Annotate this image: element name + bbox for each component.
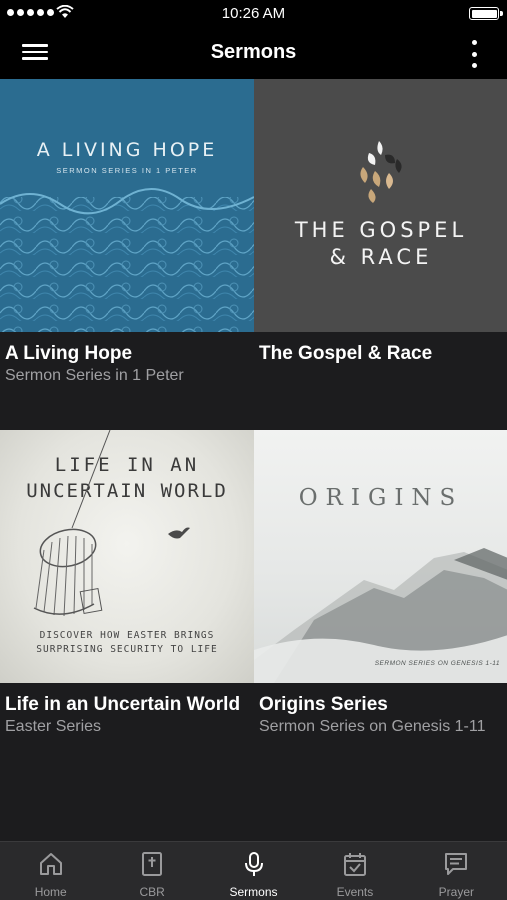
art-bottom-line-1: DISCOVER HOW EASTER BRINGS [39,630,215,641]
series-subtitle: Sermon Series in 1 Peter [5,367,184,384]
page-title: Sermons [210,41,297,63]
art-heading: ORIGINS [298,485,464,511]
tab-sermons[interactable]: Sermons [203,842,304,900]
status-time: 10:26 AM [221,5,286,22]
series-card-gospel-race[interactable]: THE GOSPEL & RACE The Gospel & Race [254,79,507,430]
tab-label: Sermons [229,885,278,899]
more-vertical-icon[interactable] [469,40,479,68]
status-bar: 10:26 AM [0,0,507,28]
series-card-origins[interactable]: ORIGINS SERMON SERIES ON GENESIS 1-11 Or… [254,430,507,781]
art-line-1: THE GOSPEL [294,218,468,242]
series-artwork: A LIVING HOPE SERMON SERIES IN 1 PETER [0,79,254,332]
tab-label: Prayer [438,885,474,899]
calendar-check-icon [343,853,366,876]
art-line-2: & RACE [329,245,433,269]
series-artwork: LIFE IN AN UNCERTAIN WORLD DISCOVER HOW … [0,430,254,683]
series-title: Life in an Uncertain World [5,694,241,715]
message-icon [445,853,468,875]
art-subheading: SERMON SERIES ON GENESIS 1-11 [374,660,500,667]
tab-home[interactable]: Home [0,842,101,900]
gospel-race-logo-icon [360,141,402,203]
tab-events[interactable]: Events [304,842,405,900]
birdcage-icon [33,430,190,617]
art-subheading: SERMON SERIES IN 1 PETER [56,166,198,175]
tab-label: Home [34,885,67,899]
home-icon [39,853,62,875]
series-subtitle: Sermon Series on Genesis 1-11 [259,718,486,735]
series-artwork: THE GOSPEL & RACE [254,79,507,332]
series-card-uncertain-world[interactable]: LIFE IN AN UNCERTAIN WORLD DISCOVER HOW … [0,430,254,781]
series-card-living-hope[interactable]: A LIVING HOPE SERMON SERIES IN 1 PETER A… [0,79,254,430]
series-title: The Gospel & Race [259,343,433,364]
microphone-icon [244,852,263,876]
art-bottom-line-2: SURPRISING SECURITY TO LIFE [36,644,218,655]
tab-label: CBR [139,885,165,899]
battery-icon [469,7,503,20]
series-artwork: ORIGINS SERMON SERIES ON GENESIS 1-11 [254,430,507,683]
navigation-bar: Sermons [0,28,507,79]
series-title: Origins Series [259,694,388,715]
tab-bar: Home CBR Sermons Events Prayer [0,841,507,900]
series-title: A Living Hope [5,343,133,364]
art-heading: A LIVING HOPE [36,139,218,161]
tab-label: Events [336,885,374,899]
series-subtitle: Easter Series [5,718,102,735]
sermon-series-grid: A LIVING HOPE SERMON SERIES IN 1 PETER A… [0,79,507,841]
tab-prayer[interactable]: Prayer [406,842,507,900]
tab-cbr[interactable]: CBR [101,842,202,900]
bible-icon [142,852,163,876]
